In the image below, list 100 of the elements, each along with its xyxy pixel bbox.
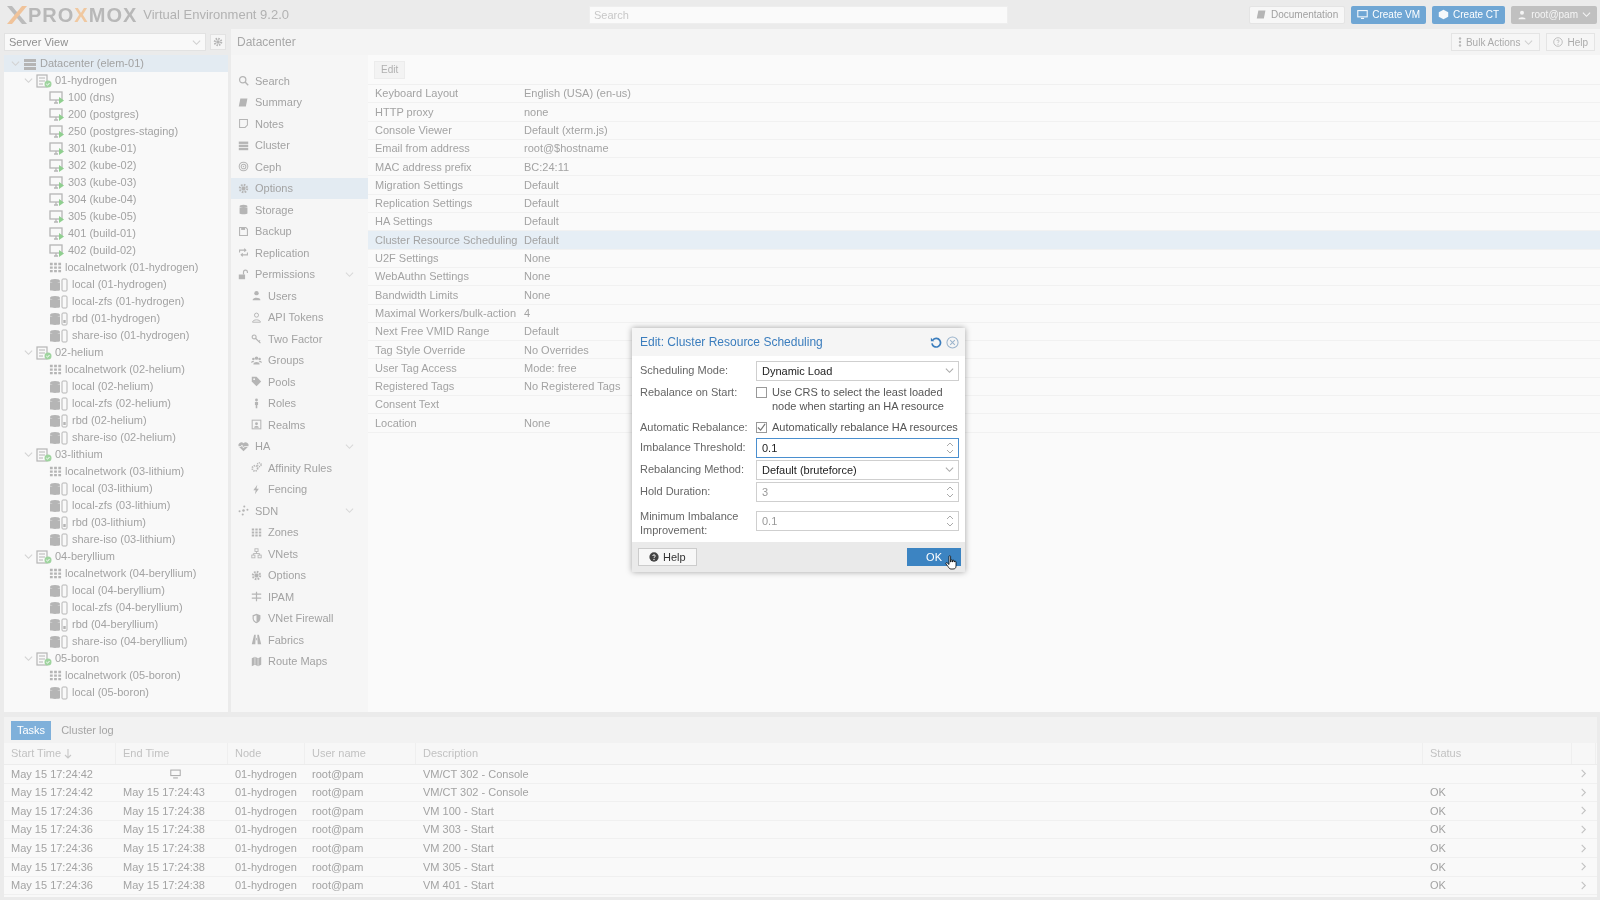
tree-item[interactable]: local-zfs (03-lithium) xyxy=(4,497,228,514)
bulk-actions-button[interactable]: Bulk Actions xyxy=(1450,33,1541,51)
number-field[interactable]: 0.1 xyxy=(756,511,959,532)
nav-item[interactable]: Route Maps xyxy=(231,650,368,672)
option-row[interactable]: Migration Settings Default xyxy=(368,176,1600,195)
tree-item[interactable]: 05-boron xyxy=(4,650,228,667)
tree-item[interactable]: local (05-boron) xyxy=(4,684,228,701)
tree-item[interactable]: rbd (04-beryllium) xyxy=(4,616,228,633)
tree-item[interactable]: share-iso (04-beryllium) xyxy=(4,633,228,650)
tree-item[interactable]: rbd (03-lithium) xyxy=(4,514,228,531)
settings-button[interactable] xyxy=(210,34,226,50)
tree-item[interactable]: local (03-lithium) xyxy=(4,480,228,497)
option-row[interactable]: WebAuthn Settings None xyxy=(368,267,1600,287)
option-row[interactable]: Email from address root@$hostname xyxy=(368,139,1600,159)
option-row[interactable]: Cluster Resource Scheduling Default xyxy=(368,231,1600,250)
nav-item[interactable]: Users xyxy=(231,285,368,307)
create-button[interactable]: Create VM xyxy=(1351,5,1427,24)
tree-item[interactable]: rbd (01-hydrogen) xyxy=(4,310,228,327)
tree-item[interactable]: 401 (build-01) xyxy=(4,225,228,242)
tree-item[interactable]: 303 (kube-03) xyxy=(4,174,228,191)
nav-item[interactable]: Search xyxy=(231,70,368,92)
tree-item[interactable]: 02-helium xyxy=(4,344,228,361)
dropdown-field[interactable]: Dynamic Load xyxy=(756,361,959,381)
nav-item[interactable]: Zones xyxy=(231,521,368,543)
tree-item[interactable]: localnetwork (03-lithium) xyxy=(4,463,228,480)
documentation-button[interactable]: Documentation xyxy=(1248,5,1346,24)
tree-item[interactable]: share-iso (03-lithium) xyxy=(4,531,228,548)
option-row[interactable]: Maximal Workers/bulk-action 4 xyxy=(368,304,1600,323)
tree-item[interactable]: 302 (kube-02) xyxy=(4,157,228,174)
nav-item[interactable]: Storage xyxy=(231,199,368,221)
nav-item[interactable]: VNet Firewall xyxy=(231,607,368,629)
nav-item[interactable]: Roles xyxy=(231,392,368,414)
nav-item[interactable]: Options xyxy=(231,177,368,199)
ok-button[interactable]: OK xyxy=(907,548,961,566)
checkbox[interactable] xyxy=(756,387,767,398)
tree-item[interactable]: 04-beryllium xyxy=(4,548,228,565)
reset-button[interactable] xyxy=(930,336,942,348)
option-row[interactable]: MAC address prefix BC:24:11 xyxy=(368,158,1600,177)
tree-item[interactable]: localnetwork (04-beryllium) xyxy=(4,565,228,582)
tree-item[interactable]: 200 (postgres) xyxy=(4,106,228,123)
tree-item[interactable]: 304 (kube-04) xyxy=(4,191,228,208)
tree-item[interactable]: local-zfs (04-beryllium) xyxy=(4,599,228,616)
checkbox[interactable] xyxy=(756,421,767,433)
tree-item[interactable]: localnetwork (02-helium) xyxy=(4,361,228,378)
nav-item[interactable]: Replication xyxy=(231,242,368,264)
close-button[interactable] xyxy=(946,335,959,349)
nav-item[interactable]: Fencing xyxy=(231,478,368,500)
tree-item[interactable]: local (04-beryllium) xyxy=(4,582,228,599)
nav-item[interactable]: Cluster xyxy=(231,134,368,156)
option-row[interactable]: Console Viewer Default (xterm.js) xyxy=(368,121,1600,140)
tree-item[interactable]: 250 (postgres-staging) xyxy=(4,123,228,140)
create-button[interactable]: Create CT xyxy=(1432,5,1506,24)
nav-item[interactable]: HA xyxy=(231,435,368,457)
help-button[interactable]: Help xyxy=(1546,33,1595,51)
option-row[interactable]: HTTP proxy none xyxy=(368,103,1600,122)
nav-item[interactable]: Backup xyxy=(231,220,368,242)
nav-item[interactable]: SDN xyxy=(231,500,368,522)
nav-item[interactable]: Groups xyxy=(231,349,368,371)
nav-item[interactable]: Realms xyxy=(231,414,368,436)
tree-item[interactable]: Datacenter (elem-01) xyxy=(4,55,228,72)
edit-button[interactable]: Edit xyxy=(374,60,406,79)
tree-item[interactable]: 100 (dns) xyxy=(4,89,228,106)
tree-item[interactable]: 301 (kube-01) xyxy=(4,140,228,157)
tree-item[interactable]: local-zfs (02-helium) xyxy=(4,395,228,412)
number-field[interactable]: 0.1 xyxy=(756,438,959,459)
tree-item[interactable]: localnetwork (01-hydrogen) xyxy=(4,259,228,276)
nav-item[interactable]: Fabrics xyxy=(231,629,368,651)
number-field[interactable]: 3 xyxy=(756,482,959,503)
dropdown-field[interactable]: Default (bruteforce) xyxy=(756,460,959,481)
tree-item[interactable]: share-iso (01-hydrogen) xyxy=(4,327,228,344)
tab[interactable]: Tasks xyxy=(11,720,52,740)
nav-item[interactable]: VNets xyxy=(231,543,368,565)
tree-item[interactable]: local-zfs (01-hydrogen) xyxy=(4,293,228,310)
tree-item[interactable]: rbd (02-helium) xyxy=(4,412,228,429)
nav-item[interactable]: Permissions xyxy=(231,263,368,285)
tree-item[interactable]: local (01-hydrogen) xyxy=(4,276,228,293)
nav-item[interactable]: Two Factor xyxy=(231,328,368,350)
option-row[interactable]: Keyboard Layout English (USA) (en-us) xyxy=(368,85,1600,104)
nav-item[interactable]: IPAM xyxy=(231,586,368,608)
nav-item[interactable]: Pools xyxy=(231,371,368,393)
tree-item[interactable]: 305 (kube-05) xyxy=(4,208,228,225)
option-row[interactable]: U2F Settings None xyxy=(368,249,1600,268)
view-selector[interactable]: Server View xyxy=(4,33,206,51)
nav-item[interactable]: Notes xyxy=(231,113,368,135)
tree-item[interactable]: local (02-helium) xyxy=(4,378,228,395)
nav-item[interactable]: Affinity Rules xyxy=(231,457,368,479)
option-row[interactable]: Bandwidth Limits None xyxy=(368,286,1600,305)
tree-item[interactable]: share-iso (02-helium) xyxy=(4,429,228,446)
table-cell-text: May 15 17:24:42 xyxy=(10,766,94,782)
tab[interactable]: Cluster log xyxy=(55,720,120,740)
nav-item[interactable]: Options xyxy=(231,564,368,586)
tree-item[interactable]: 03-lithium xyxy=(4,446,228,463)
nav-item[interactable]: API Tokens xyxy=(231,306,368,328)
nav-item[interactable]: Summary xyxy=(231,91,368,113)
tree-item[interactable]: 402 (build-02) xyxy=(4,242,228,259)
tree-item[interactable]: 01-hydrogen xyxy=(4,72,228,89)
tree-item[interactable]: localnetwork (05-boron) xyxy=(4,667,228,684)
help-button[interactable]: Help xyxy=(638,548,697,566)
option-row[interactable]: Replication Settings Default xyxy=(368,194,1600,214)
nav-item[interactable]: Ceph xyxy=(231,156,368,178)
